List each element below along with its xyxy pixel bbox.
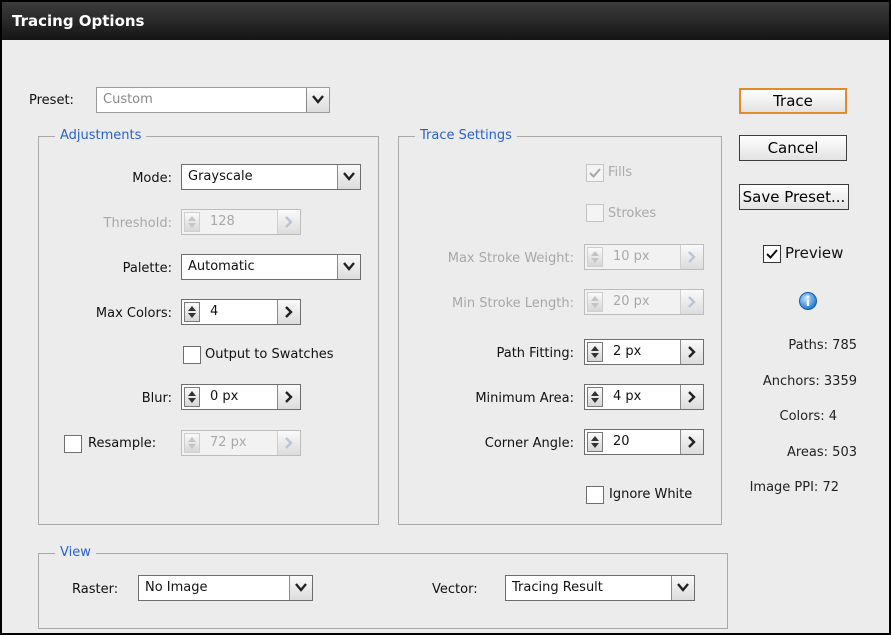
blur-label: Blur: <box>141 391 172 406</box>
dialog-body: Preset: Custom Adjustments Mode: Graysca… <box>12 40 889 633</box>
chevron-right-icon[interactable] <box>277 300 300 324</box>
adjustments-legend: Adjustments <box>55 128 147 144</box>
raster-value: No Image <box>145 580 208 595</box>
ignore-white-checkbox[interactable] <box>586 486 604 504</box>
chevron-right-icon[interactable] <box>680 430 703 454</box>
spin-arrows-icon <box>587 247 603 267</box>
spin-arrows-icon <box>184 433 200 453</box>
output-to-swatches-checkbox[interactable] <box>183 346 201 364</box>
palette-value: Automatic <box>188 259 255 274</box>
chevron-right-icon[interactable] <box>277 385 300 409</box>
tracing-options-window: Tracing Options Preset: Custom Adjustmen… <box>0 0 891 635</box>
spin-arrows-icon[interactable] <box>184 387 200 407</box>
chevron-down-icon <box>337 165 360 189</box>
info-icon <box>799 292 817 310</box>
vector-select[interactable]: Tracing Result <box>505 575 695 601</box>
image-ppi-stat: Image PPI: 72 <box>749 480 839 495</box>
trace-button[interactable]: Trace <box>739 88 847 114</box>
spin-arrows-icon[interactable] <box>587 342 603 362</box>
mode-select[interactable]: Grayscale <box>181 164 361 190</box>
output-to-swatches-label: Output to Swatches <box>205 347 334 362</box>
view-legend: View <box>55 545 96 561</box>
min-stroke-length-value: 20 px <box>613 294 650 309</box>
fills-checkbox <box>586 164 604 182</box>
preset-value: Custom <box>103 92 153 107</box>
vector-value: Tracing Result <box>512 580 603 595</box>
blur-stepper[interactable]: 0 px <box>181 384 301 410</box>
checkmark-icon <box>589 168 601 178</box>
minimum-area-stepper[interactable]: 4 px <box>584 384 704 410</box>
chevron-right-icon <box>277 431 300 455</box>
trace-settings-group: Trace Settings <box>398 128 722 525</box>
chevron-right-icon <box>277 210 300 234</box>
palette-label: Palette: <box>122 261 172 276</box>
blur-value: 0 px <box>210 389 239 404</box>
cancel-button[interactable]: Cancel <box>739 135 847 161</box>
window-title: Tracing Options <box>2 2 889 40</box>
max-stroke-weight-value: 10 px <box>613 249 650 264</box>
raster-select[interactable]: No Image <box>138 575 313 601</box>
chevron-right-icon <box>680 290 703 314</box>
spin-arrows-icon[interactable] <box>184 302 200 322</box>
strokes-checkbox <box>586 204 604 222</box>
spin-arrows-icon <box>587 292 603 312</box>
palette-select[interactable]: Automatic <box>181 254 361 280</box>
preview-label: Preview <box>785 244 844 262</box>
preset-label: Preset: <box>29 93 74 108</box>
checkmark-icon <box>766 249 778 259</box>
minimum-area-label: Minimum Area: <box>475 391 574 406</box>
corner-angle-value: 20 <box>613 434 630 449</box>
colors-stat: Colors: 4 <box>779 409 838 424</box>
max-colors-label: Max Colors: <box>95 306 172 321</box>
ignore-white-label: Ignore White <box>609 487 693 502</box>
threshold-value: 128 <box>210 214 235 229</box>
paths-stat: Paths: 785 <box>788 338 857 353</box>
mode-label: Mode: <box>132 171 172 186</box>
spin-arrows-icon <box>184 212 200 232</box>
max-colors-value: 4 <box>210 304 219 319</box>
preset-select[interactable]: Custom <box>96 87 330 113</box>
anchors-stat: Anchors: 3359 <box>762 374 857 389</box>
vector-label: Vector: <box>432 582 478 597</box>
trace-settings-legend: Trace Settings <box>415 128 517 144</box>
path-fitting-stepper[interactable]: 2 px <box>584 339 704 365</box>
threshold-stepper: 128 <box>181 209 301 235</box>
min-stroke-length-label: Min Stroke Length: <box>452 296 574 311</box>
areas-stat: Areas: 503 <box>786 445 857 460</box>
chevron-down-icon <box>289 576 312 600</box>
save-preset-button[interactable]: Save Preset... <box>739 184 849 210</box>
path-fitting-label: Path Fitting: <box>496 346 574 361</box>
max-colors-stepper[interactable]: 4 <box>181 299 301 325</box>
strokes-label: Strokes <box>608 206 657 221</box>
chevron-right-icon <box>680 245 703 269</box>
max-stroke-weight-label: Max Stroke Weight: <box>447 251 574 266</box>
fills-label: Fills <box>608 165 633 180</box>
max-stroke-weight-stepper: 10 px <box>584 244 704 270</box>
chevron-right-icon[interactable] <box>680 340 703 364</box>
min-stroke-length-stepper: 20 px <box>584 289 704 315</box>
spin-arrows-icon[interactable] <box>587 387 603 407</box>
preview-checkbox[interactable] <box>763 245 781 263</box>
corner-angle-stepper[interactable]: 20 <box>584 429 704 455</box>
corner-angle-label: Corner Angle: <box>484 436 574 451</box>
chevron-right-icon[interactable] <box>680 385 703 409</box>
threshold-label: Threshold: <box>103 216 172 231</box>
mode-value: Grayscale <box>188 169 253 184</box>
chevron-down-icon <box>671 576 694 600</box>
path-fitting-value: 2 px <box>613 344 642 359</box>
adjustments-group: Adjustments <box>38 128 379 525</box>
resample-value: 72 px <box>210 435 247 450</box>
spin-arrows-icon[interactable] <box>587 432 603 452</box>
resample-label: Resample: <box>88 436 157 451</box>
chevron-down-icon <box>337 255 360 279</box>
resample-checkbox[interactable] <box>64 435 82 453</box>
minimum-area-value: 4 px <box>613 389 642 404</box>
resample-stepper: 72 px <box>181 430 301 456</box>
chevron-down-icon <box>306 88 329 112</box>
raster-label: Raster: <box>72 582 119 597</box>
